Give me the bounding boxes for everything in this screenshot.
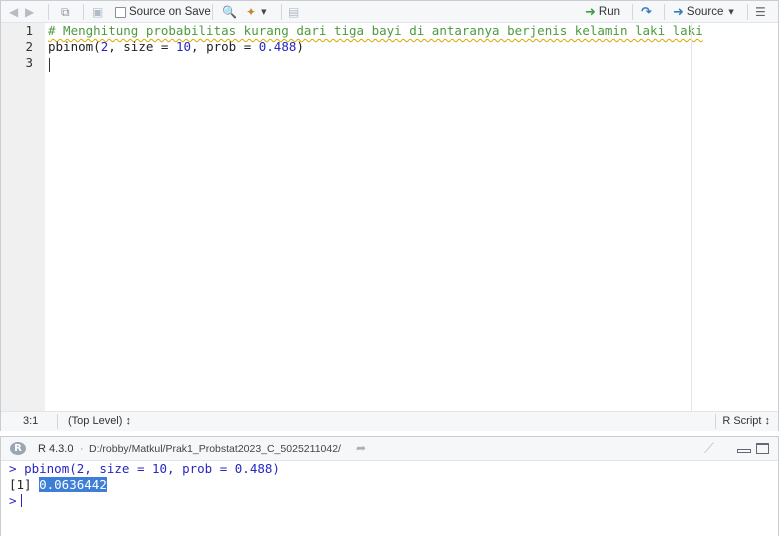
file-type-selector[interactable]: R Script ↕	[722, 415, 770, 427]
function-call: pbinom(	[48, 39, 101, 54]
toolbar-divider	[281, 4, 282, 20]
number-literal: 0.488	[258, 39, 297, 54]
code-editor[interactable]: # Menghitung probabilitas kurang dari ti…	[45, 23, 703, 411]
source-label: Source	[686, 6, 724, 18]
text-cursor	[49, 58, 50, 72]
rerun-button[interactable]: ↷	[641, 4, 655, 20]
console-echo-line: > pbinom(2, size = 10, prob = 0.488)	[9, 461, 280, 477]
source-on-save-label: Source on Save	[129, 6, 211, 18]
compile-report-button[interactable]: ▤	[288, 4, 299, 20]
output-index: [1]	[9, 477, 32, 492]
source-arrow-icon: ➜	[673, 4, 684, 20]
arrow-right-icon: ▶	[25, 5, 35, 19]
status-divider	[715, 414, 716, 429]
toolbar-divider	[664, 4, 665, 20]
rerun-arrow-icon: ↷	[641, 4, 652, 20]
find-replace-button[interactable]: 🔍	[222, 4, 237, 20]
run-button[interactable]: ➜ Run	[585, 4, 620, 20]
floppy-disk-icon: ▣	[92, 5, 104, 19]
maximize-icon[interactable]	[756, 443, 769, 454]
chevron-down-icon: ▼	[261, 8, 267, 16]
separator-dot: ·	[80, 443, 84, 455]
forward-button[interactable]: ▶	[25, 4, 37, 20]
console-input-line[interactable]: >	[9, 493, 22, 509]
source-on-save-toggle[interactable]: Source on Save	[115, 4, 211, 20]
line-number: 3	[25, 55, 33, 70]
r-version-label: R 4.3.0	[38, 443, 74, 455]
console-cursor	[20, 494, 22, 507]
line-number-gutter: 1 2 3	[1, 23, 45, 411]
toolbar-divider	[747, 4, 748, 20]
minimize-icon[interactable]	[737, 449, 751, 453]
run-arrow-icon: ➜	[585, 4, 596, 20]
source-on-save-checkbox[interactable]	[115, 6, 126, 18]
cursor-position: 3:1	[23, 415, 39, 427]
outline-list-icon: ☰	[755, 5, 766, 19]
save-button[interactable]: ▣	[92, 4, 103, 20]
code-line-pbinom[interactable]: pbinom(2, size = 10, prob = 0.488)	[48, 39, 304, 55]
code-tools-button[interactable]: ✦ ▼	[246, 4, 266, 20]
notebook-icon: ▤	[288, 5, 300, 19]
toolbar-divider	[83, 4, 84, 20]
document-outline-button[interactable]: ☰	[755, 4, 766, 20]
show-in-new-window-button[interactable]: ⧉	[61, 4, 70, 20]
run-label: Run	[598, 6, 621, 18]
toolbar-divider	[48, 4, 49, 20]
line-number: 2	[25, 39, 33, 54]
go-to-directory-icon[interactable]: ➦	[356, 441, 366, 455]
editor-statusbar: 3:1 (Top Level) ↕ R Script ↕	[1, 411, 778, 431]
print-margin	[691, 23, 692, 411]
number-literal: 10	[175, 39, 192, 54]
source-editor-pane: ◀ ▶ ⧉ ▣ Source on Save 🔍 ✦ ▼ ▤ ➜ Run ↷ ➜…	[0, 0, 779, 431]
magic-wand-icon: ✦	[246, 5, 257, 19]
console-output[interactable]: > pbinom(2, size = 10, prob = 0.488) [1]…	[1, 461, 778, 536]
editor-toolbar: ◀ ▶ ⧉ ▣ Source on Save 🔍 ✦ ▼ ▤ ➜ Run ↷ ➜…	[1, 1, 778, 23]
popout-icon: ⧉	[61, 5, 70, 19]
back-button[interactable]: ◀	[9, 4, 21, 20]
toolbar-divider	[632, 4, 633, 20]
console-prompt: >	[9, 493, 17, 508]
scope-selector[interactable]: (Top Level) ↕	[68, 415, 131, 427]
argument-text: , size =	[108, 39, 176, 54]
line-number: 1	[25, 23, 33, 38]
console-prompt: >	[9, 461, 17, 476]
console-header: R R 4.3.0 · D:/robby/Matkul/Prak1_Probst…	[1, 437, 778, 461]
working-directory: D:/robby/Matkul/Prak1_Probstat2023_C_502…	[89, 443, 341, 455]
broom-icon[interactable]: ⟋	[704, 440, 714, 457]
code-line-comment[interactable]: # Menghitung probabilitas kurang dari ti…	[48, 23, 703, 39]
status-divider	[57, 414, 58, 429]
r-logo-icon: R	[10, 442, 26, 455]
comment-text: # Menghitung probabilitas kurang dari ti…	[48, 23, 703, 38]
console-pane: R R 4.3.0 · D:/robby/Matkul/Prak1_Probst…	[0, 436, 779, 536]
magnifier-icon: 🔍	[222, 5, 237, 19]
argument-text: , prob =	[191, 39, 259, 54]
chevron-down-icon: ▼	[728, 8, 734, 16]
echoed-command: pbinom(2, size = 10, prob = 0.488)	[24, 461, 280, 476]
arrow-left-icon: ◀	[9, 5, 19, 19]
output-value: 0.0636442	[39, 477, 107, 492]
closing-paren: )	[296, 39, 304, 54]
toolbar-divider	[212, 4, 213, 20]
source-button[interactable]: ➜ Source ▼	[673, 4, 734, 20]
console-result-line: [1] 0.0636442	[9, 477, 107, 493]
